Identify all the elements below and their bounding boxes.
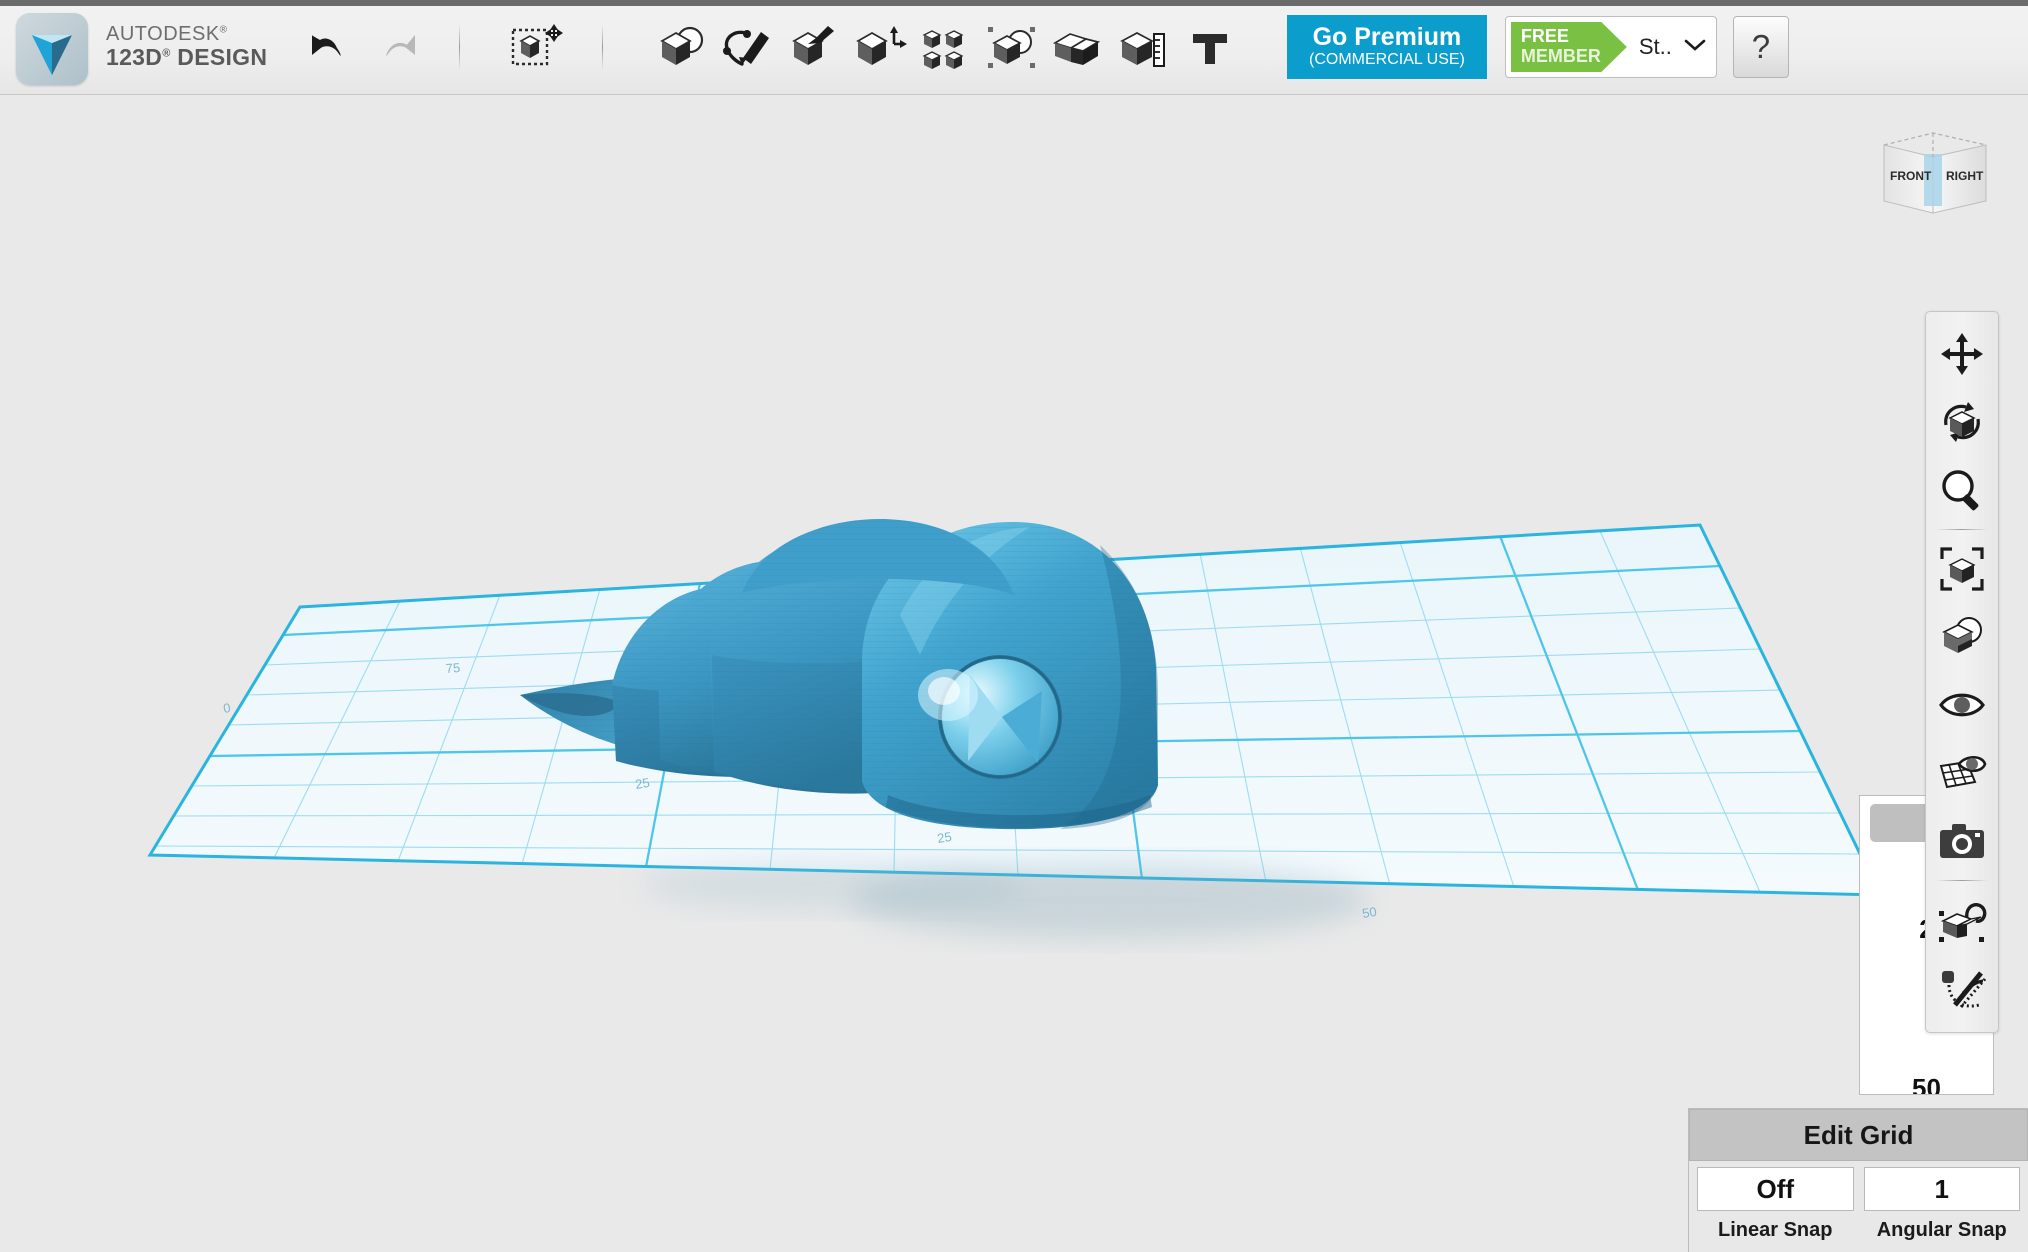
grid-tick-label: 50 [767, 639, 782, 655]
cube-ruler-icon [1120, 32, 1165, 67]
grid-settings-panel: Edit Grid Off Linear Snap 1 Angular Snap [1688, 1108, 2028, 1252]
cube-split-icon [1052, 33, 1101, 65]
nav-separator-1 [1936, 529, 1988, 530]
cube-sphere-icon [660, 26, 704, 65]
grid-tick-label: 75 [445, 660, 460, 676]
chevron-down-icon [1684, 38, 1706, 57]
toolbar-separator-1 [459, 24, 460, 70]
free-member-badge: FREE MEMBER [1510, 22, 1627, 72]
go-premium-title: Go Premium [1312, 22, 1462, 51]
snap-settings-row: Off Linear Snap 1 Angular Snap [1689, 1161, 2028, 1252]
viewcube-right-label[interactable]: RIGHT [1946, 169, 1984, 183]
grid-slider-thumb[interactable] [1870, 804, 1932, 842]
nav-grid-visibility-button[interactable] [1931, 739, 1993, 807]
autodesk-123d-logo[interactable] [16, 13, 88, 85]
tool-construct[interactable] [781, 11, 847, 83]
member-username: St.. [1638, 34, 1672, 59]
logo-triangle-icon [32, 35, 72, 75]
linear-snap-cell: Off Linear Snap [1697, 1167, 1854, 1252]
viewcube-front-label[interactable]: FRONT [1890, 169, 1932, 183]
tool-text[interactable] [1177, 11, 1243, 83]
help-button[interactable]: ? [1732, 16, 1789, 78]
grid-tick-label: 0 [222, 700, 231, 716]
grid-value-bottom: 50 [1912, 1073, 1941, 1095]
brand-design: DESIGN [170, 44, 268, 70]
grid-tick-label: 25 [634, 775, 651, 792]
nav-pan-button[interactable] [1931, 320, 1993, 388]
member-badge-member: MEMBER [1520, 46, 1601, 67]
tool-sketch[interactable] [715, 11, 781, 83]
brand-reg-1: ® [219, 24, 228, 36]
member-badge-free: FREE [1520, 26, 1569, 47]
four-cubes-icon [922, 30, 964, 69]
go-premium-subtitle: (COMMERCIAL USE) [1309, 51, 1465, 69]
angular-snap-field[interactable]: 1 [1863, 1167, 2020, 1211]
tool-grouping[interactable] [979, 11, 1045, 83]
grid-tick-label: 50 [1361, 904, 1378, 921]
nav-separator-2 [1936, 880, 1988, 881]
camera-icon [1940, 824, 1984, 858]
eye-icon [1939, 693, 1985, 717]
linear-snap-label: Linear Snap [1718, 1219, 1833, 1241]
tool-measure[interactable] [1111, 11, 1177, 83]
linear-snap-field[interactable]: Off [1697, 1167, 1854, 1211]
cube-orbit-icon [1944, 402, 1980, 442]
text-t-icon [1193, 34, 1227, 64]
brand-123d: 123D [106, 44, 163, 70]
nav-smart-scale-button[interactable] [1931, 954, 1993, 1022]
nav-visibility-button[interactable] [1931, 671, 1993, 739]
3d-viewport[interactable]: 0 25 25 50 75 50 FRONT RIGHT 50 Edit Gri… [0, 95, 2028, 1252]
sketch-pencil-icon [723, 30, 769, 66]
tool-transform[interactable] [506, 11, 572, 83]
undo-arrow-icon [312, 35, 341, 56]
tool-modify[interactable] [847, 11, 913, 83]
grid-tick-label: 25 [936, 829, 953, 846]
brand-autodesk: AUTODESK [106, 24, 220, 46]
tool-primitives[interactable] [649, 11, 715, 83]
nav-zoom-button[interactable] [1931, 456, 1993, 524]
tool-combine[interactable] [1045, 11, 1111, 83]
cube-move-icon [511, 24, 563, 66]
tool-pattern[interactable] [913, 11, 979, 83]
nav-fit-button[interactable] [1931, 535, 1993, 603]
cube-sphere-select-icon [988, 27, 1035, 68]
main-toolbar: AUTODESK® 123D® DESIGN Go Premium (COMME… [0, 0, 2028, 95]
magnet-cube-icon [1939, 902, 1987, 942]
ground-grid: 0 25 25 50 75 50 [147, 523, 1883, 921]
brand-title: AUTODESK® 123D® DESIGN [106, 24, 281, 69]
view-cube[interactable]: FRONT RIGHT [1876, 127, 1994, 222]
toolbar-separator-2 [602, 24, 603, 70]
cube-extrude-icon [792, 26, 834, 65]
cube-axis-icon [856, 26, 907, 65]
angular-snap-label: Angular Snap [1876, 1219, 2007, 1241]
nav-orbit-button[interactable] [1931, 388, 1993, 456]
member-account-dropdown[interactable]: FREE MEMBER St.. [1504, 16, 1717, 78]
nav-snap-button[interactable] [1931, 886, 1993, 954]
redo-arrow-icon [386, 35, 415, 56]
edit-grid-button[interactable]: Edit Grid [1689, 1109, 2028, 1161]
view-navigation-toolbar [1925, 311, 1999, 1033]
nav-snapshot-button[interactable] [1931, 807, 1993, 875]
nav-view-style-button[interactable] [1931, 603, 1993, 671]
brand-reg-2: ® [162, 47, 171, 60]
cube-fit-brackets-icon [1940, 547, 1984, 591]
magnifier-icon [1942, 470, 1979, 511]
cube-sphere-shaded-icon [1942, 617, 1982, 653]
four-way-arrows-icon [1941, 333, 1983, 375]
redo-button[interactable] [377, 24, 429, 70]
undo-button[interactable] [299, 24, 351, 70]
protractor-ruler-icon [1942, 971, 1987, 1008]
grid-eye-icon [1939, 755, 1987, 789]
undo-redo-group [299, 24, 429, 70]
angular-snap-cell: 1 Angular Snap [1863, 1167, 2020, 1252]
go-premium-button[interactable]: Go Premium (COMMERCIAL USE) [1287, 15, 1487, 79]
